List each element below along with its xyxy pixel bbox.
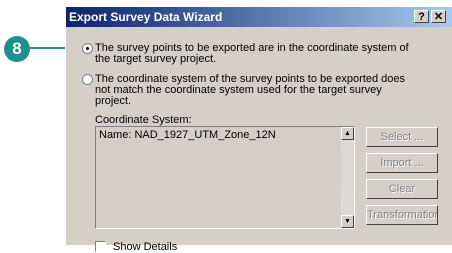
close-button[interactable]: ✕ <box>431 10 446 23</box>
coordinate-system-listbox[interactable]: Name: NAD_1927_UTM_Zone_12N ▲ ▼ <box>95 126 355 229</box>
listbox-scrollbar[interactable]: ▲ ▼ <box>341 127 354 228</box>
option-different-coordinate-system-label[interactable]: The coordinate system of the survey poin… <box>95 74 415 107</box>
option-same-coordinate-system-label[interactable]: The survey points to be exported are in … <box>95 43 415 65</box>
help-button[interactable]: ? <box>414 10 429 23</box>
coordinate-system-label: Coordinate System: <box>95 114 192 126</box>
transformation-button[interactable]: Transformation <box>366 205 438 225</box>
show-details-label[interactable]: Show Details <box>113 241 177 253</box>
dialog-title-bar: Export Survey Data Wizard ? ✕ <box>66 7 452 27</box>
import-button[interactable]: Import ... <box>366 153 438 173</box>
select-button[interactable]: Select ... <box>366 127 438 147</box>
step-callout-badge: 8 <box>4 36 30 62</box>
radio-different-coordinate-system[interactable] <box>82 74 93 85</box>
scroll-down-arrow-icon[interactable]: ▼ <box>341 215 354 228</box>
dialog-title: Export Survey Data Wizard <box>69 10 223 24</box>
clear-button[interactable]: Clear <box>366 179 438 199</box>
scroll-up-arrow-icon[interactable]: ▲ <box>341 127 354 140</box>
coordinate-system-value: Name: NAD_1927_UTM_Zone_12N <box>99 129 276 141</box>
radio-same-coordinate-system[interactable] <box>82 43 93 54</box>
show-details-checkbox[interactable] <box>95 241 106 252</box>
export-survey-data-wizard-dialog: Export Survey Data Wizard ? ✕ The survey… <box>65 6 452 253</box>
